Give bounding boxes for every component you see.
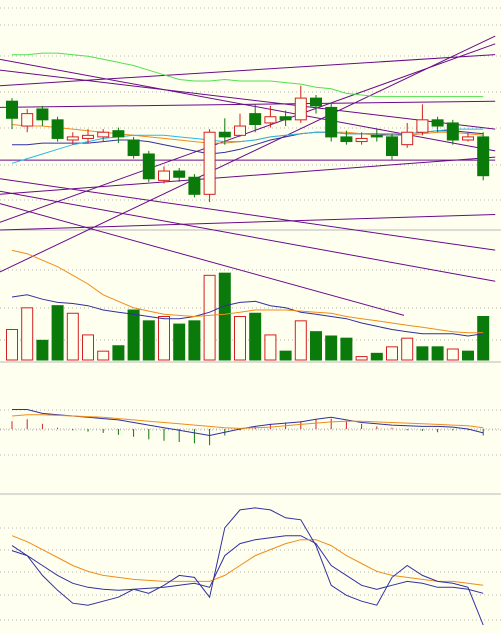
volume-bar — [158, 316, 170, 361]
candle-up — [264, 116, 277, 124]
candle-up — [158, 170, 170, 181]
candle-down — [279, 116, 292, 121]
candle-down — [112, 130, 125, 138]
volume-bar — [112, 345, 125, 361]
volume-bar — [142, 320, 155, 361]
candle-down — [340, 136, 353, 143]
volume-bar — [325, 335, 338, 361]
candle-up — [66, 136, 79, 141]
volume-bar — [310, 331, 322, 361]
kdj-line-1 — [11, 535, 484, 594]
volume-bar — [66, 312, 79, 361]
candle-down — [370, 134, 383, 138]
macd-line-1 — [12, 409, 484, 437]
trendline — [0, 100, 496, 108]
candle-up — [97, 131, 110, 138]
candle-up — [82, 134, 94, 139]
volume-bar — [188, 320, 201, 361]
candle-down — [142, 153, 155, 180]
kdj-line-3 — [11, 507, 484, 626]
candle-up — [234, 125, 246, 136]
candle-down — [446, 122, 459, 141]
volume-bar — [127, 309, 140, 361]
candle-up — [416, 119, 429, 133]
candle-down — [188, 176, 201, 195]
volume-bar — [21, 307, 34, 361]
candle-down — [325, 106, 338, 138]
candle-up — [462, 136, 474, 141]
volume-ma-line-1 — [11, 294, 484, 337]
candle-down — [173, 170, 186, 178]
candle-up — [401, 131, 414, 146]
candle-down — [51, 119, 64, 139]
kdj-line-2 — [11, 535, 484, 586]
volume-bar — [234, 316, 246, 361]
trendline — [0, 213, 496, 231]
volume-bar — [51, 305, 64, 361]
volume-bar — [264, 334, 277, 361]
volume-bar — [355, 356, 368, 361]
volume-bar — [173, 323, 186, 361]
candle-down — [310, 97, 322, 107]
volume-bar — [82, 334, 94, 361]
candle-down — [36, 108, 49, 121]
volume-bar — [97, 350, 110, 361]
volume-bar — [249, 312, 262, 361]
candle-down — [431, 119, 444, 127]
volume-bar — [477, 316, 490, 361]
volume-bar — [279, 350, 292, 361]
candle-down — [218, 131, 231, 138]
trendline — [0, 178, 496, 251]
volume-bar — [218, 272, 231, 361]
volume-bar — [462, 350, 474, 361]
volume-bar — [203, 274, 216, 361]
volume-bar — [446, 348, 459, 361]
candle-up — [203, 131, 216, 195]
volume-bar — [340, 337, 353, 361]
candle-down — [386, 136, 398, 157]
volume-ma-line-2 — [11, 249, 484, 334]
trendline — [0, 203, 405, 316]
candle-down — [477, 136, 490, 177]
candle-down — [127, 139, 140, 157]
candle-up — [355, 137, 368, 143]
volume-bar — [386, 346, 398, 361]
volume-bar — [6, 329, 18, 361]
volume-bar — [36, 339, 49, 361]
volume-bar — [370, 352, 383, 361]
volume-bar — [416, 346, 429, 361]
candle-down — [249, 113, 262, 125]
candle-up — [294, 97, 307, 121]
chart-svg — [0, 7, 501, 626]
stock-chart — [0, 0, 501, 634]
volume-bar — [431, 346, 444, 361]
volume-bar — [294, 320, 307, 361]
trendline — [0, 156, 496, 195]
candle-up — [21, 113, 34, 127]
volume-bar — [401, 337, 414, 361]
candle-down — [6, 100, 18, 119]
